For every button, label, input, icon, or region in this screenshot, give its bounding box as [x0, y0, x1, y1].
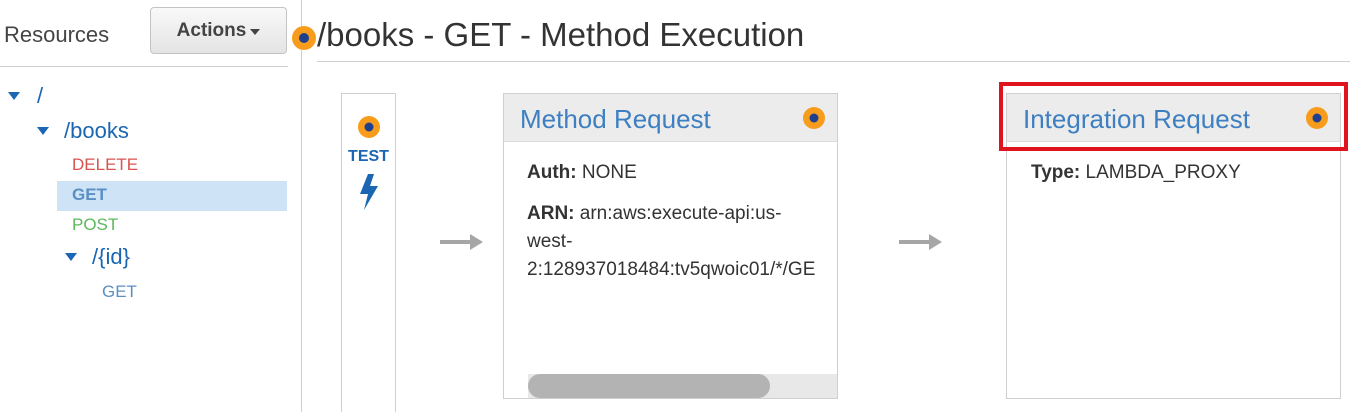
auth-row: Auth: NONE — [527, 159, 637, 187]
tree-node-root-label[interactable]: / — [37, 83, 43, 109]
arrow-right-icon — [440, 234, 483, 250]
auth-label: Auth: — [527, 162, 577, 183]
arn-line-2: west- — [527, 231, 573, 252]
id-method-get-label[interactable]: GET — [102, 282, 137, 302]
arn-line-1: arn:aws:execute-api:us- — [579, 203, 782, 224]
caret-down-icon — [250, 28, 261, 35]
resources-title: Resources — [4, 22, 110, 47]
collapse-triangle-icon[interactable] — [8, 92, 20, 100]
tree-method-delete[interactable]: DELETE — [72, 155, 138, 175]
method-get-label[interactable]: GET — [72, 185, 107, 205]
tree-node-books[interactable]: /books — [37, 118, 129, 144]
tree-id-method-get[interactable]: GET — [102, 282, 137, 302]
type-row: Type: LAMBDA_PROXY — [1031, 159, 1241, 187]
orange-circle-icon[interactable] — [801, 105, 827, 131]
lightning-bolt-icon — [360, 174, 378, 210]
arn-line-3: 2:128937018484:tv5qwoic01/*/GE — [527, 259, 816, 280]
method-delete-label[interactable]: DELETE — [72, 155, 138, 175]
auth-value: NONE — [581, 162, 637, 183]
method-request-card: Method Request Auth: NONE ARN: arn:aws:e… — [503, 93, 838, 399]
orange-circle-icon — [358, 116, 380, 138]
sidebar-divider — [0, 66, 288, 67]
orange-circle-icon[interactable] — [290, 24, 318, 52]
type-value: LAMBDA_PROXY — [1085, 162, 1241, 183]
horizontal-scrollbar[interactable] — [528, 374, 837, 398]
tree-node-books-label[interactable]: /books — [64, 118, 129, 144]
test-label: TEST — [348, 148, 389, 165]
arn-row: ARN: arn:aws:execute-api:us- west- 2:128… — [527, 200, 837, 284]
main-divider — [317, 61, 1350, 62]
type-label: Type: — [1031, 162, 1081, 183]
tree-method-post[interactable]: POST — [72, 215, 118, 235]
page-title: /books - GET - Method Execution — [317, 16, 805, 53]
method-request-title[interactable]: Method Request — [520, 104, 711, 135]
test-button[interactable]: TEST — [341, 93, 396, 412]
resources-sidebar: Resources Actions / /books DELETE GET PO… — [0, 0, 302, 412]
actions-button[interactable]: Actions — [150, 7, 287, 54]
highlight-frame — [999, 82, 1348, 151]
method-post-label[interactable]: POST — [72, 215, 118, 235]
actions-label: Actions — [176, 19, 247, 41]
tree-method-get[interactable]: GET — [72, 185, 107, 205]
tree-node-id-label[interactable]: /{id} — [92, 244, 130, 270]
collapse-triangle-icon[interactable] — [37, 127, 49, 135]
scrollbar-thumb[interactable] — [528, 374, 770, 398]
collapse-triangle-icon[interactable] — [65, 253, 77, 261]
method-request-header[interactable]: Method Request — [504, 94, 837, 142]
arrow-right-icon — [899, 234, 942, 250]
arn-label: ARN: — [527, 203, 575, 224]
tree-node-root[interactable]: / — [8, 83, 43, 109]
tree-node-id[interactable]: /{id} — [65, 244, 130, 270]
